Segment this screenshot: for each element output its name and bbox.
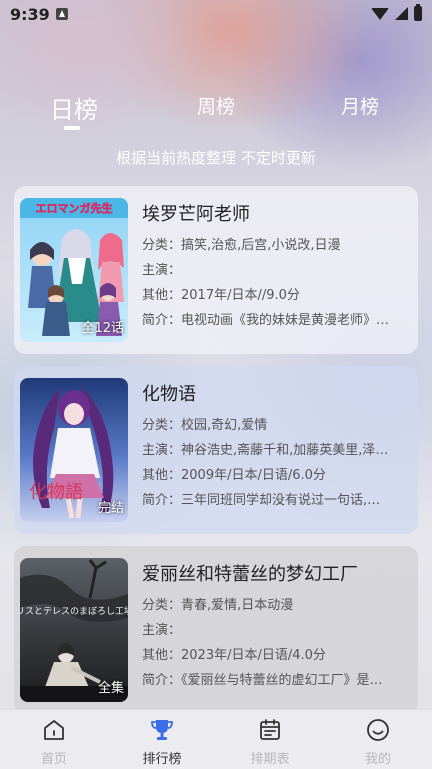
anime-info: 化物语 分类：校园,奇幻,爱情 主演：神谷浩史,斋藤千和,加藤英美里,泽… 其他… [142, 380, 414, 506]
status-time: 9:39 [10, 5, 50, 24]
anime-intro: 简介：电视动画《我的妹妹是黄漫老师》… [142, 313, 390, 326]
cover-title-text: エロマンガ先生 [36, 201, 113, 215]
tab-daily[interactable]: 日榜 [48, 90, 100, 125]
anime-card[interactable]: アリスとテレスのまぼろし工場 全集 爱丽丝和特蕾丝的梦幻工厂 分类：青春,爱情,… [14, 546, 418, 714]
nav-schedule[interactable]: 排期表 [230, 718, 310, 767]
tab-monthly[interactable]: 月榜 [338, 92, 382, 119]
status-bar: 9:39 [0, 0, 432, 30]
anime-cover[interactable]: エロマンガ先生 全12话 [20, 198, 128, 342]
anime-category: 分类：搞笑,治愈,后宫,小说改,日漫 [142, 238, 341, 251]
anime-card[interactable]: エロマンガ先生 全12话 埃罗芒阿老师 分类：搞笑,治愈,后宫,小说改,日漫 主… [14, 186, 418, 354]
trophy-icon [151, 720, 173, 740]
anime-card[interactable]: 化物語 完结 化物语 分类：校园,奇幻,爱情 主演：神谷浩史,斋藤千和,加藤英美… [14, 366, 418, 534]
anime-title: 埃罗芒阿老师 [142, 204, 250, 225]
anime-category: 分类：青春,爱情,日本动漫 [142, 598, 294, 611]
anime-cast: 主演： [142, 623, 182, 636]
status-icons [371, 4, 422, 21]
anime-intro: 简介：三年同班同学却没有说过一句话,… [142, 493, 381, 506]
anime-other: 其他：2023年/日本/日语/4.0分 [142, 648, 326, 661]
anime-intro: 简介：《爱丽丝与特蕾丝的虚幻工厂》是… [142, 673, 383, 686]
anime-cast: 主演：神谷浩史,斋藤千和,加藤英美里,泽… [142, 443, 389, 456]
battery-icon [414, 4, 422, 21]
anime-cast: 主演： [142, 263, 182, 276]
nav-label: 首页 [40, 752, 67, 767]
tab-weekly[interactable]: 周榜 [194, 92, 238, 119]
anime-cover[interactable]: 化物語 完结 [20, 378, 128, 522]
cover-title-text: アリスとテレスのまぼろし工場 [20, 605, 128, 617]
episode-badge: 全12话 [81, 321, 124, 336]
home-icon [44, 720, 64, 740]
anime-title: 爱丽丝和特蕾丝的梦幻工厂 [142, 564, 358, 585]
episode-badge: 完结 [97, 501, 124, 516]
signal-icon [395, 7, 408, 20]
episode-badge: 全集 [97, 681, 124, 696]
nav-label: 排期表 [250, 752, 290, 767]
wifi-icon [371, 7, 389, 20]
profile-icon [367, 719, 389, 741]
nav-home[interactable]: 首页 [14, 718, 94, 767]
cover-title-text: 化物語 [29, 482, 83, 503]
nav-ranking[interactable]: 排行榜 [122, 718, 202, 767]
notification-app-icon [56, 8, 68, 20]
anime-title: 化物语 [142, 384, 196, 405]
anime-info: 爱丽丝和特蕾丝的梦幻工厂 分类：青春,爱情,日本动漫 主演： 其他：2023年/… [142, 560, 414, 686]
ranking-subtitle: 根据当前热度整理 不定时更新 [116, 149, 316, 167]
anime-info: 埃罗芒阿老师 分类：搞笑,治愈,后宫,小说改,日漫 主演： 其他：2017年/日… [142, 200, 414, 326]
anime-cover[interactable]: アリスとテレスのまぼろし工場 全集 [20, 558, 128, 702]
nav-mine[interactable]: 我的 [338, 718, 418, 767]
calendar-icon [260, 719, 280, 740]
tab-active-indicator [64, 126, 80, 130]
anime-other: 其他：2009年/日本/日语/6.0分 [142, 468, 326, 481]
nav-label: 我的 [364, 752, 391, 767]
anime-other: 其他：2017年/日本//9.0分 [142, 288, 300, 301]
nav-label: 排行榜 [142, 752, 182, 767]
anime-category: 分类：校园,奇幻,爱情 [142, 418, 268, 431]
bottom-navigation: 首页 排行榜 排期表 我的 [0, 709, 432, 769]
